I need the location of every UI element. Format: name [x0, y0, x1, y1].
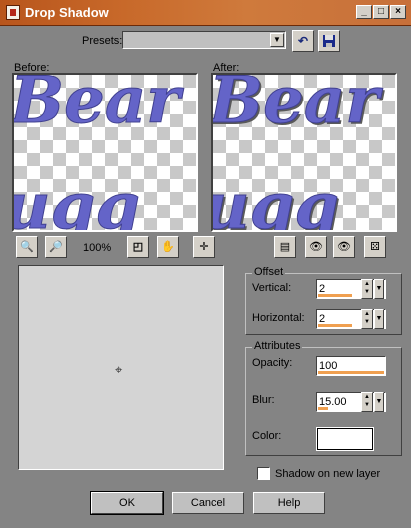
after-preview[interactable]: Bear Bear ugg ugg — [211, 73, 397, 232]
opacity-label: Opacity: — [252, 357, 293, 369]
help-button[interactable]: Help — [253, 492, 325, 514]
before-text-line1: Bear — [12, 73, 181, 138]
horizontal-input[interactable]: 2 ▲ ▼ ▼ — [316, 309, 386, 329]
vertical-spinner[interactable]: ▲ ▼ — [361, 279, 373, 299]
shadow-color-swatch[interactable] — [316, 427, 374, 451]
vertical-label: Vertical: — [252, 282, 292, 294]
presets-dropdown[interactable]: ▼ — [122, 31, 286, 49]
shadow-direction-preview[interactable]: ⌖ — [18, 265, 224, 470]
blur-slider-fill — [318, 407, 328, 410]
move-icon: ✛ — [199, 241, 209, 253]
horizontal-slider-dropdown[interactable]: ▼ — [374, 309, 384, 329]
title-bar: Drop Shadow _ □ × — [0, 0, 411, 26]
attributes-title: Attributes — [252, 340, 303, 352]
window-title: Drop Shadow — [25, 5, 109, 20]
horizontal-spinner[interactable]: ▲ ▼ — [361, 309, 373, 329]
vertical-input[interactable]: 2 ▲ ▼ ▼ — [316, 279, 386, 299]
auto-proof-button[interactable]: 👁 — [305, 236, 327, 258]
blur-spinner[interactable]: ▲ ▼ — [361, 392, 373, 412]
maximize-button[interactable]: □ — [373, 5, 389, 19]
close-button[interactable]: × — [390, 5, 406, 19]
opacity-input[interactable]: 100 — [316, 356, 386, 376]
blur-label: Blur: — [252, 394, 275, 406]
blur-slider-dropdown[interactable]: ▼ — [374, 392, 384, 412]
eye-lock-icon: 👁 — [309, 241, 323, 253]
crosshair-icon[interactable]: ⌖ — [115, 362, 122, 378]
hand-icon: ✋ — [161, 241, 175, 253]
after-text-line2: ugg — [211, 169, 340, 232]
zoom-in-button[interactable]: 🔎 — [45, 236, 67, 258]
offset-title: Offset — [252, 266, 286, 278]
randomize-button[interactable]: ⚄ — [364, 236, 386, 258]
horizontal-label: Horizontal: — [252, 312, 305, 324]
shadow-on-new-layer-label[interactable]: Shadow on new layer — [275, 468, 380, 480]
floppy-disk-icon — [323, 35, 335, 47]
vertical-slider-dropdown[interactable]: ▼ — [374, 279, 384, 299]
fit-preview-button[interactable]: ◰ — [127, 236, 149, 258]
zoom-out-icon: 🔍 — [20, 241, 34, 253]
navigate-button[interactable]: ✋ — [157, 236, 179, 258]
color-label: Color: — [252, 430, 282, 442]
cancel-button[interactable]: Cancel — [172, 492, 244, 514]
dice-icon: ⚄ — [370, 241, 380, 253]
blur-input[interactable]: 15.00 ▲ ▼ ▼ — [316, 392, 386, 412]
preview-toggle-button[interactable]: 👁 — [333, 236, 355, 258]
vertical-slider-fill — [318, 294, 352, 297]
proof-icon: ▤ — [279, 241, 291, 253]
after-text-line1: Bear — [211, 73, 380, 138]
pan-button[interactable]: ✛ — [193, 236, 215, 258]
before-preview[interactable]: Bear ugg — [12, 73, 198, 232]
fit-window-icon: ◰ — [132, 241, 144, 253]
minimize-button[interactable]: _ — [356, 5, 372, 19]
zoom-level: 100% — [83, 242, 112, 254]
before-text-line2: ugg — [12, 169, 141, 232]
presets-label: Presets: — [82, 35, 123, 47]
app-icon — [6, 5, 20, 20]
reset-preset-button[interactable]: ↶ — [292, 30, 314, 52]
opacity-slider-fill — [318, 371, 384, 374]
undo-arrow-icon: ↶ — [297, 34, 309, 48]
horizontal-slider-fill — [318, 324, 352, 327]
eye-icon: 👁 — [337, 241, 351, 253]
chevron-down-icon[interactable]: ▼ — [270, 33, 284, 47]
zoom-in-icon: 🔎 — [49, 241, 63, 253]
zoom-out-button[interactable]: 🔍 — [16, 236, 38, 258]
ok-button[interactable]: OK — [90, 491, 164, 515]
shadow-on-new-layer-checkbox[interactable] — [257, 467, 270, 480]
proof-button[interactable]: ▤ — [274, 236, 296, 258]
save-preset-button[interactable] — [318, 30, 340, 52]
